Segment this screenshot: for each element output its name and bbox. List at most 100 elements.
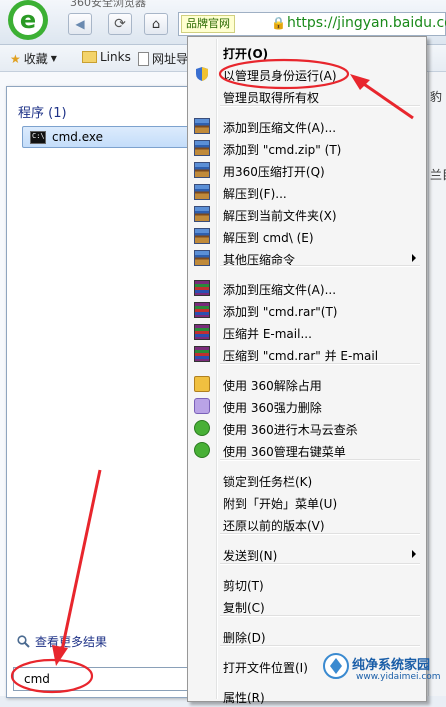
- page-text-fragment: 兰目: [430, 168, 446, 182]
- context-menu-item[interactable]: 使用 360解除占用: [190, 373, 424, 395]
- zip-archive-icon: [194, 206, 210, 222]
- watermark-title: 纯净系统家园: [352, 658, 431, 673]
- programs-section-header: 程序 (1): [18, 106, 67, 121]
- context-menu-item[interactable]: 管理员取得所有权: [190, 85, 424, 107]
- context-menu-item[interactable]: 删除(D): [190, 625, 424, 647]
- context-menu-item-label: 添加到 "cmd.zip" (T): [223, 143, 342, 157]
- folder-icon: [82, 51, 97, 63]
- back-button[interactable]: ◀: [68, 13, 92, 35]
- menu-360-icon: [194, 442, 210, 458]
- bookmark-favorites[interactable]: ★ 收藏 ▼: [10, 50, 57, 67]
- page-icon: [138, 51, 149, 66]
- shred-360-icon: [194, 398, 210, 414]
- svg-text:e: e: [20, 6, 36, 34]
- bookmark-links[interactable]: Links: [82, 50, 131, 64]
- rar-archive-icon: [194, 302, 210, 318]
- star-icon: ★: [10, 51, 21, 66]
- context-menu-item[interactable]: 发送到(N): [190, 543, 424, 565]
- window-title: 360安全浏览器: [70, 0, 146, 9]
- zip-archive-icon: [194, 228, 210, 244]
- context-menu-item-label: 以管理员身份运行(A): [223, 69, 337, 83]
- url-text[interactable]: https://jingyan.baidu.com: [287, 15, 446, 31]
- context-menu-item-label: 压缩并 E-mail...: [223, 327, 312, 341]
- refresh-icon: ⟳: [114, 16, 126, 32]
- context-menu-item-label: 使用 360进行木马云查杀: [223, 423, 358, 437]
- context-menu-item-label: 添加到 "cmd.rar"(T): [223, 305, 338, 319]
- rar-archive-icon: [194, 346, 210, 362]
- context-menu-item-label: 管理员取得所有权: [223, 91, 320, 105]
- page-text-fragment: 豹: [430, 90, 443, 104]
- context-menu-item[interactable]: 还原以前的版本(V): [190, 513, 424, 535]
- context-menu-item[interactable]: 剪切(T): [190, 573, 424, 595]
- see-more-results-link[interactable]: 查看更多结果: [17, 633, 107, 650]
- back-arrow-icon: ◀: [75, 17, 85, 31]
- magnifier-icon: [17, 635, 30, 648]
- menu-separator: [220, 645, 420, 647]
- lock-icon: 🔒: [271, 16, 286, 30]
- context-menu-item-label: 还原以前的版本(V): [223, 519, 325, 533]
- context-menu-item[interactable]: 添加到压缩文件(A)...: [190, 115, 424, 137]
- context-menu-item[interactable]: 解压到 cmd\ (E): [190, 225, 424, 247]
- context-menu-item[interactable]: 使用 360进行木马云查杀: [190, 417, 424, 439]
- menu-separator: [220, 265, 420, 267]
- search-result-cmd[interactable]: C:\ cmd.exe: [22, 126, 194, 148]
- context-menu-item-label: 属性(R): [223, 691, 265, 705]
- context-menu-item[interactable]: 压缩到 "cmd.rar" 并 E-mail: [190, 343, 424, 365]
- rar-archive-icon: [194, 280, 210, 296]
- home-icon: ⌂: [151, 16, 161, 32]
- address-bar[interactable]: 品牌官网 🔒 https://jingyan.baidu.com: [178, 12, 446, 36]
- start-search-box[interactable]: [13, 667, 191, 691]
- context-menu-item-label: 打开(O): [223, 47, 269, 61]
- context-menu-item-label: 解压到当前文件夹(X): [223, 209, 337, 223]
- start-search-input[interactable]: [14, 668, 190, 690]
- menu-separator: [220, 615, 420, 617]
- uac-shield-icon: [194, 66, 210, 82]
- context-menu-item[interactable]: 使用 360管理右键菜单: [190, 439, 424, 461]
- menu-separator: [220, 363, 420, 365]
- context-menu-item[interactable]: 用360压缩打开(Q): [190, 159, 424, 181]
- home-button[interactable]: ⌂: [144, 13, 168, 35]
- context-menu-item-label: 用360压缩打开(Q): [223, 165, 325, 179]
- context-menu-item-label: 复制(C): [223, 601, 265, 615]
- submenu-arrow-icon: [412, 550, 416, 558]
- context-menu-item-label: 使用 360管理右键菜单: [223, 445, 346, 459]
- context-menu-item-label: 剪切(T): [223, 579, 264, 593]
- menu-separator: [220, 459, 420, 461]
- official-site-badge[interactable]: 品牌官网: [181, 15, 235, 33]
- context-menu-item-label: 删除(D): [223, 631, 266, 645]
- context-menu-item[interactable]: 使用 360强力删除: [190, 395, 424, 417]
- bookmark-label: 收藏: [23, 52, 48, 66]
- bookmark-label: 网址导: [152, 52, 189, 66]
- scan-360-icon: [194, 420, 210, 436]
- context-menu-item[interactable]: 复制(C): [190, 595, 424, 617]
- context-menu-item[interactable]: 解压到(F)...: [190, 181, 424, 203]
- context-menu-item[interactable]: 属性(R): [190, 685, 424, 707]
- context-menu-item-label: 解压到 cmd\ (E): [223, 231, 314, 245]
- chevron-down-icon: ▼: [50, 54, 57, 63]
- context-menu-item[interactable]: 解压到当前文件夹(X): [190, 203, 424, 225]
- submenu-arrow-icon: [412, 254, 416, 262]
- menu-separator: [220, 533, 420, 535]
- refresh-button[interactable]: ⟳: [108, 13, 132, 35]
- context-menu-item-label: 使用 360强力删除: [223, 401, 322, 415]
- context-menu: 打开(O) 以管理员身份运行(A) 管理员取得所有权添加到压缩文件(A)... 添加到…: [187, 36, 427, 705]
- context-menu-item-label: 打开文件位置(I): [223, 661, 308, 675]
- zip-archive-icon: [194, 250, 210, 266]
- context-menu-item[interactable]: 锁定到任务栏(K): [190, 469, 424, 491]
- context-menu-item[interactable]: 添加到 "cmd.rar"(T): [190, 299, 424, 321]
- context-menu-item[interactable]: 压缩并 E-mail...: [190, 321, 424, 343]
- context-menu-item[interactable]: 附到「开始」菜单(U): [190, 491, 424, 513]
- context-menu-item-label: 附到「开始」菜单(U): [223, 497, 338, 511]
- context-menu-item-label: 使用 360解除占用: [223, 379, 322, 393]
- bookmark-nav[interactable]: 网址导: [138, 50, 188, 67]
- context-menu-item-label: 发送到(N): [223, 549, 278, 563]
- context-menu-item[interactable]: 添加到压缩文件(A)...: [190, 277, 424, 299]
- context-menu-item-label: 添加到压缩文件(A)...: [223, 283, 337, 297]
- console-app-icon: C:\: [30, 130, 46, 144]
- zip-archive-icon: [194, 140, 210, 156]
- context-menu-item[interactable]: 以管理员身份运行(A): [190, 63, 424, 85]
- context-menu-item[interactable]: 添加到 "cmd.zip" (T): [190, 137, 424, 159]
- see-more-label: 查看更多结果: [35, 635, 108, 649]
- zip-archive-icon: [194, 184, 210, 200]
- context-menu-item[interactable]: 打开(O): [190, 41, 424, 63]
